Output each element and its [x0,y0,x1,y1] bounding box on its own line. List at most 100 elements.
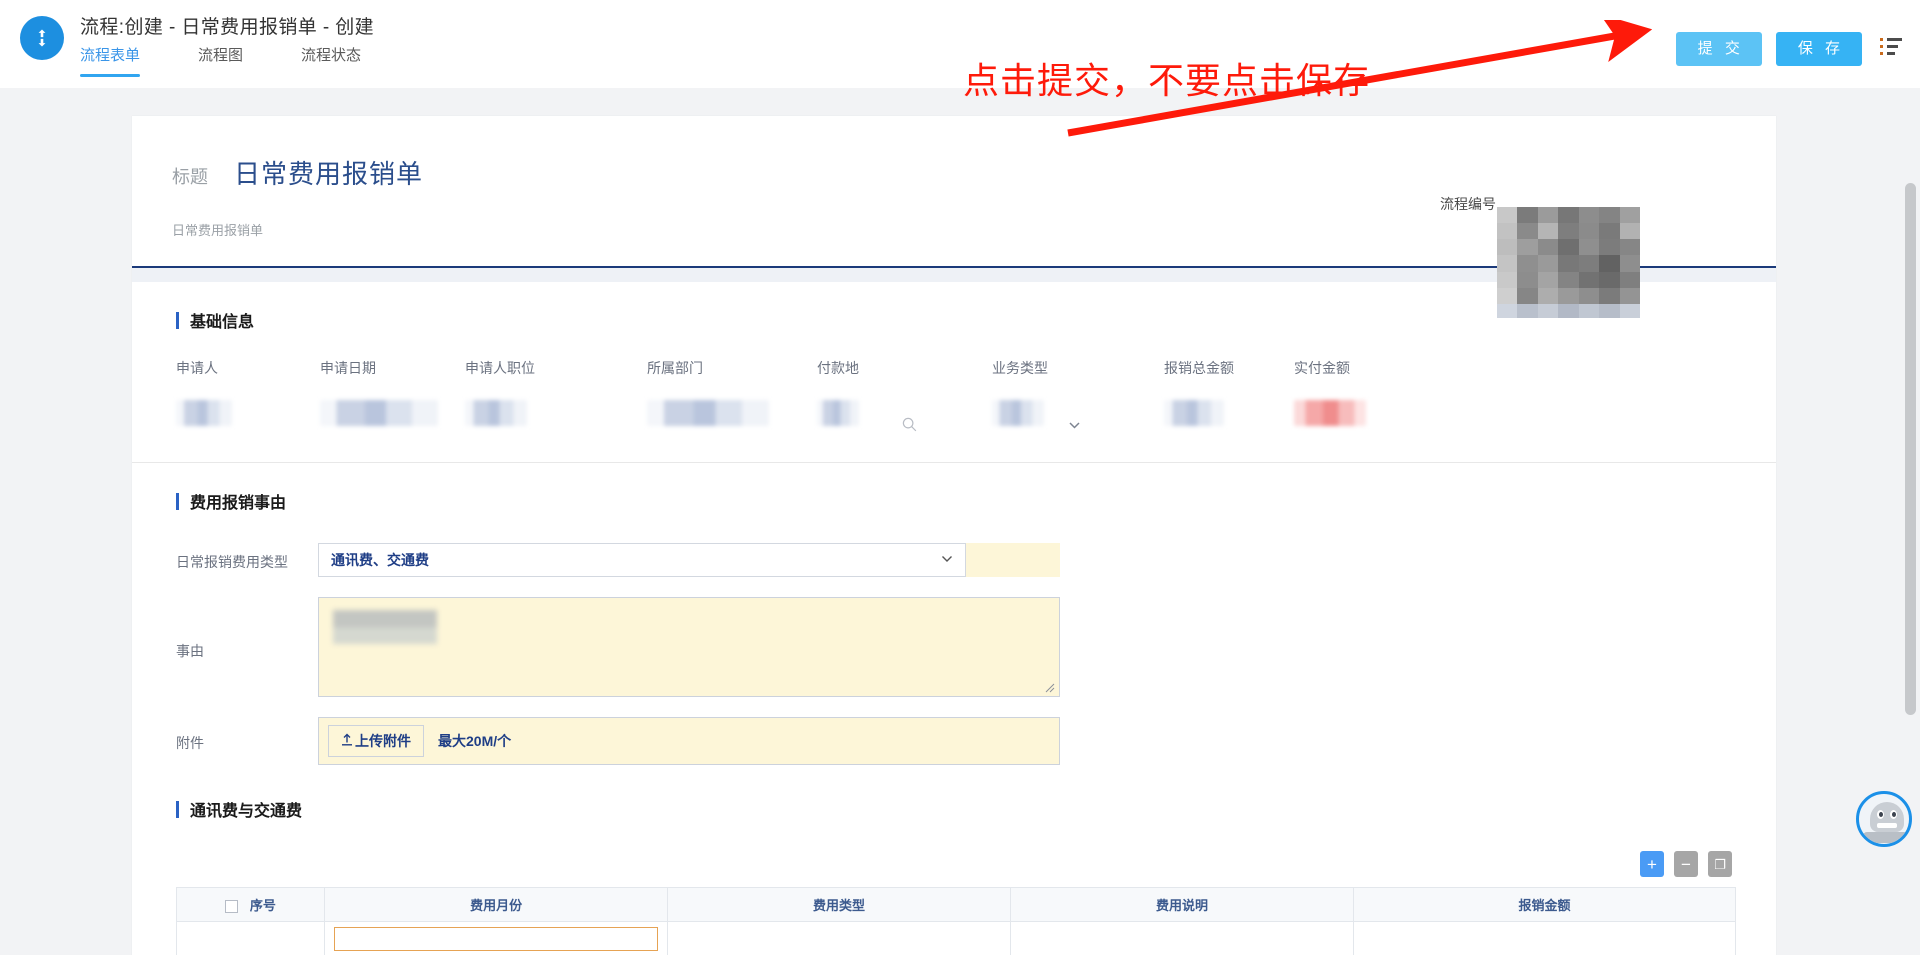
form-subtitle: 日常费用报销单 [172,223,264,238]
expense-type-control: 通讯费、交通费 [318,543,1060,577]
save-button[interactable]: 保 存 [1775,32,1862,66]
field-applicant-position: 申请人职位 [465,358,647,426]
attachment-control: 上传附件 最大20M/个 [318,717,1060,765]
field-payment-place-label: 付款地 [817,360,859,376]
reason-label: 事由 [176,643,204,659]
field-paid-amount: 实付金额 [1294,358,1434,426]
tab-process-diagram[interactable]: 流程图 [198,44,257,77]
chevron-down-icon[interactable] [1068,419,1081,433]
column-header-type[interactable]: 费用类型 [667,887,1012,922]
reason-heading: 费用报销事由 [132,463,1776,513]
field-department: 所属部门 [647,358,817,426]
search-icon[interactable] [901,416,918,438]
reason-value-redacted [333,610,437,644]
expense-type-label: 日常报销费用类型 [176,554,288,570]
basic-info-grid: 申请人 申请日期 申请人职位 所属部门 付款地 业务类型 报销总金额 实付金额 [132,332,1776,463]
form-sheet: 标题 日常费用报销单 日常费用报销单 流程编号 基础信息 申请人 申请日期 申请… [132,116,1776,955]
title-strip [132,268,1776,282]
field-apply-date: 申请日期 [320,358,465,426]
section-marker [176,800,179,818]
cell-index[interactable] [175,921,326,955]
title-underline [132,266,1776,268]
page-scroll-area[interactable]: 标题 日常费用报销单 日常费用报销单 流程编号 基础信息 申请人 申请日期 申请… [0,88,1920,955]
reason-section: 日常报销费用类型 通讯费、交通费 事由 附件 上传附件 最大20M/个 [132,513,1776,779]
field-applicant: 申请人 [176,358,320,426]
field-payment-place-value[interactable] [817,400,859,426]
tab-process-form[interactable]: 流程表单 [80,44,154,77]
row-expense-type: 日常报销费用类型 通讯费、交通费 [176,543,1736,577]
cell-desc[interactable] [1010,921,1354,955]
field-business-type: 业务类型 [992,358,1164,429]
table-header-row: 序号 费用月份 费用类型 费用说明 报销金额 [175,887,1736,922]
cell-type[interactable] [667,921,1012,955]
expense-type-value: 通讯费、交通费 [331,552,429,568]
list-menu-icon[interactable] [1876,38,1902,60]
vertical-scrollbar[interactable] [1905,183,1916,715]
resize-handle-icon[interactable] [1044,682,1056,694]
robot-eye-right [1890,810,1897,819]
table-row[interactable] [175,921,1736,955]
page-title: 流程:创建 - 日常费用报销单 - 创建 [80,17,375,38]
column-header-desc[interactable]: 费用说明 [1010,887,1354,922]
field-apply-date-value[interactable] [320,400,438,426]
field-department-label: 所属部门 [647,360,703,376]
app-logo [20,16,64,60]
expense-table-section: + − ❐ 序号 费用月份 费用类型 费用说明 报销金额 [132,821,1776,955]
cell-month-input[interactable] [334,927,659,951]
field-paid-amount-label: 实付金额 [1294,360,1350,376]
process-number-label: 流程编号 [1440,196,1496,212]
form-title-block: 标题 日常费用报销单 日常费用报销单 流程编号 [132,116,1776,268]
field-applicant-label: 申请人 [176,360,218,376]
cell-amount[interactable] [1353,921,1736,955]
form-title-value[interactable]: 日常费用报销单 [234,154,423,191]
topbar-actions: 提 交 保 存 [1675,32,1902,66]
expense-table: 序号 费用月份 费用类型 费用说明 报销金额 [175,887,1736,955]
section-marker [176,311,179,329]
chevron-down-icon[interactable] [941,554,953,566]
column-header-index-label: 序号 [249,898,276,913]
basic-info-heading-label: 基础信息 [190,314,255,331]
upload-icon [341,733,353,749]
column-header-amount[interactable]: 报销金额 [1353,887,1736,922]
copy-row-button[interactable]: ❐ [1708,851,1732,877]
attachment-label: 附件 [176,735,204,751]
tab-bar: 流程表单 流程图 流程状态 [80,44,419,77]
upload-hint: 最大20M/个 [438,733,512,749]
basic-info-heading: 基础信息 [132,282,1776,332]
column-header-month[interactable]: 费用月份 [324,887,669,922]
telecom-transport-heading-label: 通讯费与交通费 [190,803,303,820]
cell-month[interactable] [324,921,669,955]
submit-button[interactable]: 提 交 [1675,32,1762,66]
field-business-type-value[interactable] [992,400,1044,426]
field-total-amount-value[interactable] [1164,400,1224,426]
select-all-checkbox[interactable] [225,900,239,914]
upload-attachment-label: 上传附件 [355,733,411,749]
field-total-amount: 报销总金额 [1164,358,1294,426]
process-refresh-icon [30,26,54,50]
upload-attachment-button[interactable]: 上传附件 [328,725,424,757]
section-marker [176,492,179,510]
field-total-amount-label: 报销总金额 [1164,360,1234,376]
robot-assistant-icon[interactable] [1856,791,1912,847]
reason-heading-label: 费用报销事由 [190,495,287,512]
title-field-label: 标题 [172,167,208,187]
field-department-value[interactable] [647,400,769,426]
column-header-index[interactable]: 序号 [175,887,326,922]
row-attachment: 附件 上传附件 最大20M/个 [176,717,1736,765]
remove-row-button[interactable]: − [1674,851,1698,877]
row-reason: 事由 [176,597,1736,697]
field-paid-amount-value[interactable] [1294,400,1366,426]
robot-mouth [1877,823,1897,828]
robot-body [1863,832,1909,843]
field-apply-date-label: 申请日期 [320,360,376,376]
robot-eye-left [1877,810,1884,819]
expense-type-select[interactable]: 通讯费、交通费 [318,543,966,577]
telecom-transport-heading: 通讯费与交通费 [132,779,1776,821]
table-toolbar: + − ❐ [176,839,1736,887]
add-row-button[interactable]: + [1640,851,1664,877]
field-applicant-position-label: 申请人职位 [465,360,535,376]
field-applicant-position-value[interactable] [465,400,527,426]
tab-process-status[interactable]: 流程状态 [301,44,375,77]
field-applicant-value[interactable] [176,400,232,426]
reason-textarea[interactable] [318,597,1060,697]
